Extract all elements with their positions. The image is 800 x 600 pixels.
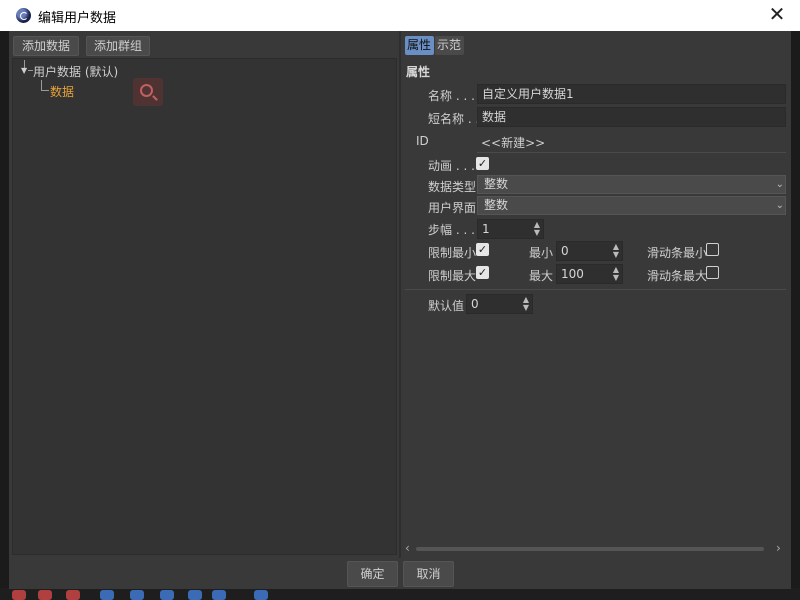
- scroll-left-icon[interactable]: ‹: [405, 541, 410, 555]
- tree-item-data[interactable]: 数据: [50, 83, 74, 100]
- bg-tool-icon: [66, 590, 80, 600]
- bg-tool-icon: [188, 590, 202, 600]
- slider-max-label: 滑动条最大: [647, 269, 708, 283]
- name-field[interactable]: 自定义用户数据1: [477, 84, 786, 104]
- spinner-arrows-icon[interactable]: ▲ ▼: [523, 296, 529, 312]
- min-label: 最小: [529, 246, 554, 260]
- step-stepper[interactable]: 1 ▲ ▼: [477, 219, 544, 239]
- bg-tool-icon: [254, 590, 268, 600]
- tree-item-user-data[interactable]: 用户数据 (默认): [33, 63, 118, 80]
- short-name-label: 短名称 . .: [428, 112, 480, 126]
- default-value-label: 默认值: [428, 299, 465, 313]
- bg-tool-icon: [100, 590, 114, 600]
- section-title: 属性: [406, 65, 431, 79]
- id-label: ID: [416, 134, 429, 148]
- slider-min-checkbox[interactable]: [706, 243, 719, 256]
- app-logo-icon: [16, 8, 31, 23]
- chevron-down-icon: ⌄: [775, 179, 784, 190]
- panel-divider[interactable]: [399, 31, 401, 558]
- default-value-stepper[interactable]: 0 ▲ ▼: [466, 294, 533, 314]
- min-value: 0: [561, 244, 569, 258]
- limit-min-label: 限制最小: [428, 246, 477, 260]
- data-type-value: 整数: [484, 177, 509, 191]
- title-bar: 编辑用户数据 ✕: [0, 0, 800, 31]
- window-title: 编辑用户数据: [38, 11, 117, 26]
- section-separator: [405, 289, 786, 290]
- animate-label: 动画 . . . .: [428, 159, 483, 173]
- tab-example[interactable]: 示范: [435, 36, 464, 55]
- background-app-right: [790, 31, 800, 600]
- step-value: 1: [482, 222, 490, 236]
- spinner-arrows-icon[interactable]: ▲ ▼: [534, 221, 540, 237]
- name-label: 名称 . . . .: [428, 89, 483, 103]
- tree-expand-icon[interactable]: ▼: [21, 66, 27, 75]
- tree-connector: [41, 80, 42, 90]
- data-type-select[interactable]: 整数 ⌄: [477, 175, 786, 194]
- cancel-button[interactable]: 取消: [403, 561, 454, 587]
- horizontal-scrollbar[interactable]: [416, 547, 764, 551]
- bg-tool-icon: [130, 590, 144, 600]
- interface-select[interactable]: 整数 ⌄: [477, 196, 786, 215]
- add-data-button[interactable]: 添加数据: [13, 36, 79, 56]
- limit-max-checkbox[interactable]: ✓: [476, 266, 489, 279]
- bg-tool-icon: [12, 590, 26, 600]
- close-icon[interactable]: ✕: [766, 4, 788, 26]
- search-icon: [140, 84, 153, 97]
- bg-tool-icon: [212, 590, 226, 600]
- default-value: 0: [471, 297, 479, 311]
- step-label: 步幅 . . . .: [428, 223, 483, 237]
- tab-properties[interactable]: 属性: [405, 36, 434, 55]
- interface-value: 整数: [484, 198, 509, 212]
- ok-button[interactable]: 确定: [347, 561, 398, 587]
- add-group-button[interactable]: 添加群组: [86, 36, 150, 56]
- min-stepper[interactable]: 0 ▲ ▼: [556, 241, 623, 261]
- background-app-toolbar: [0, 588, 800, 600]
- data-type-label: 数据类型: [428, 180, 477, 194]
- short-name-field[interactable]: 数据: [477, 107, 786, 127]
- scroll-right-icon[interactable]: ›: [776, 541, 781, 555]
- slider-min-label: 滑动条最小: [647, 246, 708, 260]
- chevron-down-icon: ⌄: [775, 200, 784, 211]
- slider-max-checkbox[interactable]: [706, 266, 719, 279]
- max-label: 最大: [529, 269, 554, 283]
- id-underline: [477, 152, 786, 153]
- limit-max-label: 限制最大: [428, 269, 477, 283]
- bg-tool-icon: [160, 590, 174, 600]
- user-data-tree[interactable]: [12, 58, 397, 555]
- interface-label: 用户界面: [428, 201, 477, 215]
- max-value: 100: [561, 267, 584, 281]
- spinner-arrows-icon[interactable]: ▲ ▼: [613, 266, 619, 282]
- id-value: <<新建>>: [481, 136, 546, 150]
- bg-tool-icon: [38, 590, 52, 600]
- limit-min-checkbox[interactable]: ✓: [476, 243, 489, 256]
- max-stepper[interactable]: 100 ▲ ▼: [556, 264, 623, 284]
- animate-checkbox[interactable]: ✓: [476, 157, 489, 170]
- spinner-arrows-icon[interactable]: ▲ ▼: [613, 243, 619, 259]
- tree-connector: [41, 90, 49, 91]
